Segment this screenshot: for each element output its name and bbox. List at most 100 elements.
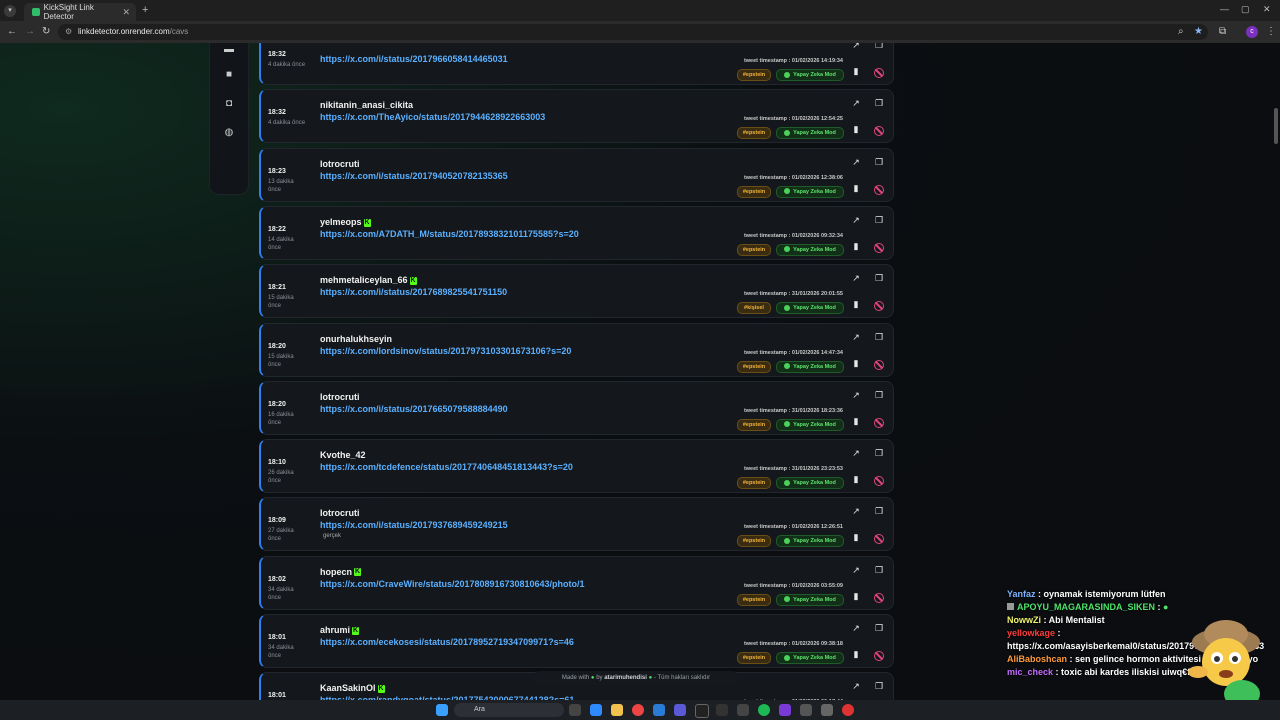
chat-username[interactable]: yellowkage [1007, 628, 1055, 638]
taskbar-search[interactable]: Ara [454, 703, 564, 717]
card-username[interactable]: hopecn K [320, 567, 362, 577]
open-external-icon[interactable]: ↗ [851, 390, 861, 400]
teams-icon[interactable] [674, 704, 686, 716]
site-info-icon[interactable]: ⚙ [65, 24, 72, 40]
delete-icon[interactable]: ▮ [851, 474, 861, 484]
copy-icon[interactable]: ❐ [874, 273, 884, 283]
chat-username[interactable]: NowwZi [1007, 615, 1041, 625]
delete-icon[interactable]: ▮ [851, 649, 861, 659]
open-external-icon[interactable]: ↗ [851, 273, 861, 283]
ban-icon[interactable] [874, 68, 884, 78]
tab-active[interactable]: KickSight Link Detector ✕ [24, 3, 136, 21]
file-explorer-icon[interactable] [611, 704, 623, 716]
copy-icon[interactable]: ❐ [874, 681, 884, 691]
copy-icon[interactable]: ❐ [874, 43, 884, 50]
card-username[interactable]: lotrocruti [320, 508, 360, 518]
forward-icon[interactable]: → [25, 26, 35, 37]
app-icon-2[interactable] [800, 704, 812, 716]
scrollbar[interactable] [1274, 108, 1278, 144]
card-username[interactable]: lotrocruti [320, 159, 360, 169]
card-link[interactable]: https://x.com/i/status/20179376894592492… [320, 520, 508, 530]
card-link[interactable]: https://x.com/tcdefence/status/201774064… [320, 462, 573, 472]
ban-icon[interactable] [874, 476, 884, 487]
reload-icon[interactable]: ↻ [42, 26, 50, 37]
card-username[interactable]: lotrocruti [320, 392, 360, 402]
ban-icon[interactable] [874, 126, 884, 137]
open-external-icon[interactable]: ↗ [851, 157, 861, 167]
back-icon[interactable]: ← [7, 26, 17, 37]
copy-icon[interactable]: ❐ [874, 565, 884, 575]
globe-icon[interactable]: ◍ [222, 127, 236, 141]
footer-author[interactable]: atarimuhendisi [604, 675, 647, 681]
epic-games-icon[interactable] [695, 704, 709, 718]
copy-icon[interactable]: ❐ [874, 157, 884, 167]
camera-icon[interactable]: ◘ [222, 98, 236, 112]
copy-icon[interactable]: ❐ [874, 332, 884, 342]
card-username[interactable]: yelmeops K [320, 217, 371, 227]
delete-icon[interactable]: ▮ [851, 416, 861, 426]
bookmark-star-icon[interactable]: ★ [1194, 26, 1203, 37]
open-external-icon[interactable]: ↗ [851, 565, 861, 575]
card-link[interactable]: https://x.com/i/status/20179660584144650… [320, 54, 508, 64]
card-username[interactable]: onurhalukhseyin [320, 334, 392, 344]
chat-username[interactable]: APOYU_MAGARASINDA_SIKEN [1017, 602, 1155, 612]
delete-icon[interactable]: ▮ [851, 532, 861, 542]
ban-icon[interactable] [874, 301, 884, 312]
steam-icon[interactable] [716, 704, 728, 716]
card-link[interactable]: https://x.com/i/status/20176898255417511… [320, 287, 507, 297]
chrome-icon[interactable] [632, 704, 644, 716]
delete-icon[interactable]: ▮ [851, 241, 861, 251]
zoom-icon[interactable]: ⌕ [1178, 26, 1184, 37]
card-username[interactable]: mehmetaliceylan_66 K [320, 275, 417, 285]
delete-icon[interactable]: ▮ [851, 358, 861, 368]
copy-icon[interactable]: ❐ [874, 506, 884, 516]
open-external-icon[interactable]: ↗ [851, 681, 861, 691]
app-icon[interactable] [779, 704, 791, 716]
copy-icon[interactable]: ❐ [874, 448, 884, 458]
ban-icon[interactable] [874, 417, 884, 428]
extensions-icon[interactable]: ⧉ [1219, 26, 1226, 37]
copy-icon[interactable]: ❐ [874, 98, 884, 108]
ban-icon[interactable] [874, 184, 884, 195]
task-view-icon[interactable] [569, 704, 581, 716]
delete-icon[interactable]: ▮ [851, 591, 861, 601]
card-username[interactable]: ahrumi K [320, 625, 360, 635]
delete-icon[interactable]: ▮ [851, 183, 861, 193]
card-link[interactable]: https://x.com/i/status/20179405207821353… [320, 171, 508, 181]
chrome-active-icon[interactable] [842, 704, 854, 716]
profile-avatar[interactable]: c [1246, 26, 1258, 38]
card-username[interactable]: nikitanin_anasi_cikita [320, 100, 413, 110]
delete-icon[interactable]: ▮ [851, 299, 861, 309]
chat-username[interactable]: AliBaboshcan [1007, 654, 1067, 664]
open-external-icon[interactable]: ↗ [851, 43, 861, 50]
menu-icon[interactable]: ⋮ [1266, 26, 1276, 37]
close-tab-icon[interactable]: ✕ [122, 7, 130, 18]
sidebar-mic-icon[interactable]: ▬ [222, 44, 236, 58]
open-external-icon[interactable]: ↗ [851, 215, 861, 225]
chat-username[interactable]: mic_check [1007, 667, 1053, 677]
spotify-icon[interactable] [758, 704, 770, 716]
ban-icon[interactable] [874, 592, 884, 603]
card-link[interactable]: https://x.com/TheAyico/status/2017944628… [320, 112, 545, 122]
open-external-icon[interactable]: ↗ [851, 506, 861, 516]
url-input[interactable]: ⚙ linkdetector.onrender.com/cavs [58, 24, 1208, 40]
card-link[interactable]: https://x.com/lordsinov/status/201797310… [320, 346, 571, 356]
open-external-icon[interactable]: ↗ [851, 623, 861, 633]
open-external-icon[interactable]: ↗ [851, 448, 861, 458]
open-external-icon[interactable]: ↗ [851, 98, 861, 108]
ban-icon[interactable] [874, 651, 884, 661]
copy-icon[interactable]: ❐ [874, 390, 884, 400]
obs-icon[interactable] [737, 704, 749, 716]
card-username[interactable]: Kvothe_42 [320, 450, 366, 460]
card-link[interactable]: https://x.com/i/status/20176650795888844… [320, 404, 508, 414]
open-external-icon[interactable]: ↗ [851, 332, 861, 342]
close-window-icon[interactable]: ✕ [1263, 4, 1271, 15]
copy-icon[interactable]: ❐ [874, 623, 884, 633]
minimize-icon[interactable]: — [1220, 4, 1229, 14]
delete-icon[interactable]: ▮ [851, 124, 861, 134]
edge-icon[interactable] [653, 704, 665, 716]
new-tab-icon[interactable]: + [142, 4, 148, 16]
ban-icon[interactable] [874, 359, 884, 370]
video-icon[interactable]: ■ [222, 69, 236, 83]
card-link[interactable]: https://x.com/CraveWire/status/201780891… [320, 579, 585, 589]
